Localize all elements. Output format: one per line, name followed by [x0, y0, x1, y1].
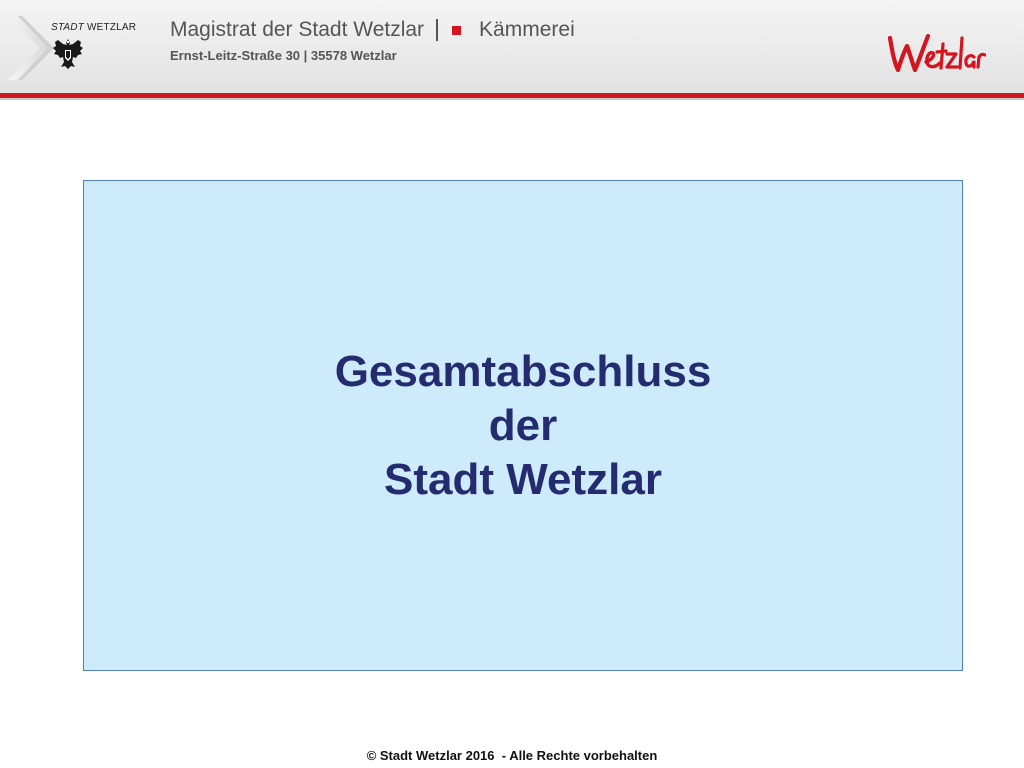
arrow-shape-icon [8, 16, 54, 80]
wetzlar-word: WETZLAR [87, 22, 137, 33]
footer-copyright: © Stadt Wetzlar 2016 - Alle Rechte vorbe… [366, 748, 658, 763]
org-title: Magistrat der Stadt Wetzlar Kämmerei [170, 18, 575, 42]
stadt-wetzlar-label: STADT WETZLAR [51, 22, 136, 33]
eagle-coat-of-arms-icon [53, 39, 83, 69]
title-separator [436, 19, 439, 41]
main-title-line-3: Stadt Wetzlar [384, 455, 662, 504]
department-name: Kämmerei [479, 18, 575, 41]
main-title: Gesamtabschluss der Stadt Wetzlar [84, 345, 962, 507]
org-name: Magistrat der Stadt Wetzlar [170, 18, 425, 41]
red-square-bullet-icon [452, 25, 462, 35]
address: Ernst-Leitz-Straße 30 | 35578 Wetzlar [170, 48, 397, 63]
stadt-word: STADT [51, 22, 85, 33]
slide: STADT WETZLAR Magistrat der Stadt Wetzla… [0, 0, 1024, 768]
wetzlar-logo [887, 33, 986, 73]
header-band: STADT WETZLAR Magistrat der Stadt Wetzla… [0, 0, 1024, 94]
main-title-line-2: der [488, 401, 558, 450]
main-title-line-1: Gesamtabschluss [334, 347, 712, 396]
title-box: Gesamtabschluss der Stadt Wetzlar [83, 180, 963, 671]
header-shadow-line [0, 98, 1024, 100]
